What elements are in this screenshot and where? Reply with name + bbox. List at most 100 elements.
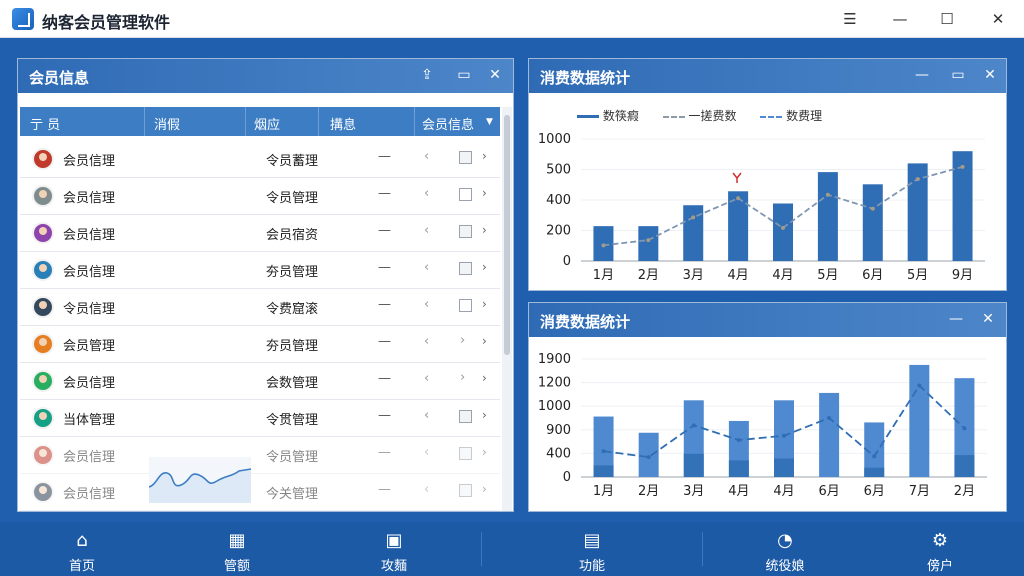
dropdown-arrow-icon[interactable]: ▼ [486,117,493,127]
chevron-left-icon[interactable]: ‹ [424,334,429,349]
panel-close-icon[interactable]: ✕ [486,66,504,84]
chevron-down-icon[interactable]: › [482,408,487,422]
x-tick-label: 5月 [817,268,838,283]
nav-attack[interactable]: ▣ 攻麵 [354,522,434,576]
table-row[interactable]: 令员信理 令费窟滚 — ‹ › [20,287,500,326]
chevron-left-icon[interactable]: ‹ [424,408,429,423]
chart-point [962,426,967,431]
dash-icon[interactable]: — [378,297,391,312]
bottom-nav: ⌂ 首页 ▦ 管额 ▣ 攻麵 ▤ 功能 ◔ 统役娘 ⚙ 傍户 [0,522,1024,576]
table-row[interactable]: 会员信理 令员管理 — ‹ › [20,435,500,474]
chevron-left-icon[interactable]: ‹ [424,371,429,386]
dash-icon[interactable]: — [378,408,391,423]
app-logo-icon [12,8,34,30]
chart-point [691,423,696,428]
table-row[interactable]: 会员管理 夯员管理 — ‹ › › [20,324,500,363]
export-icon[interactable]: ⇪ [418,66,436,84]
chevron-left-icon[interactable]: ‹ [424,149,429,164]
scrollbar[interactable] [502,107,512,511]
th-member[interactable]: 亍 员 [30,114,60,133]
row-checkbox[interactable] [459,188,472,201]
row-checkbox[interactable] [459,410,472,423]
chevron-left-icon[interactable]: ‹ [424,482,429,497]
folder-icon[interactable]: ▭ [949,66,967,84]
monitor-icon: ▣ [385,530,403,551]
chevron-left-icon[interactable]: ‹ [424,260,429,275]
x-tick-label: 6月 [862,268,883,283]
dash-icon[interactable]: — [378,149,391,164]
nav-settings[interactable]: ⚙ 傍户 [900,522,980,576]
chart-point [646,238,651,243]
scroll-thumb[interactable] [504,115,510,355]
dash-icon[interactable]: — [378,371,391,386]
chevron-left-icon[interactable]: ‹ [424,297,429,312]
dash-icon[interactable]: — [378,260,391,275]
th-respond[interactable]: 烟应 [254,114,280,133]
chart-point [915,177,920,182]
chevron-down-icon[interactable]: › [482,260,487,274]
nav-manage[interactable]: ▦ 管额 [197,522,277,576]
table-row[interactable]: 当体管理 令贯管理 — ‹ › [20,398,500,437]
nav-stats[interactable]: ◔ 统役娘 [745,522,825,576]
x-tick-label: 2月 [638,484,659,499]
th-consume[interactable]: 消假 [154,114,180,133]
table-row[interactable]: 会员信理 今关管理 — ‹ › [20,472,500,511]
chart2-close-icon[interactable]: ✕ [979,310,997,328]
chevron-down-icon[interactable]: › [482,297,487,311]
dash-icon[interactable]: — [378,445,391,460]
chart-bar-inner [683,453,704,477]
chevron-right-icon[interactable]: › [460,370,473,385]
nav-function-label: 功能 [578,559,605,574]
dash-icon[interactable]: — [378,334,391,349]
chevron-down-icon[interactable]: › [482,482,487,496]
member-operation: 夯员管理 [266,265,319,280]
filter-icon[interactable]: ☰ [840,9,860,29]
row-checkbox[interactable] [459,484,472,497]
row-checkbox[interactable] [459,151,472,164]
chart-point [781,225,785,230]
maximize-icon[interactable]: ☐ [937,9,957,29]
chart-bar [909,364,930,477]
member-operation: 令员管理 [266,191,319,206]
avatar [32,259,54,281]
chevron-down-icon[interactable]: › [482,223,487,237]
minimize-icon[interactable]: — [890,9,910,29]
chevron-left-icon[interactable]: ‹ [424,445,429,460]
table-row[interactable]: 会员信理 夯员管理 — ‹ › [20,250,500,289]
x-tick-label: 4月 [773,484,794,499]
th-member-info[interactable]: 会员信息 [422,114,474,133]
nav-home[interactable]: ⌂ 首页 [42,522,122,576]
table-row[interactable]: 会员信理 令员蓄理 — ‹ › [20,139,500,178]
chart1-close-icon[interactable]: ✕ [981,66,999,84]
table-row[interactable]: 会员信理 会数管理 — ‹ › › [20,361,500,400]
chart1-minimize-icon[interactable]: — [913,66,931,84]
chart2-minimize-icon[interactable]: — [947,310,965,328]
dash-icon[interactable]: — [378,482,391,497]
member-operation: 会数管理 [266,376,319,391]
th-separator [144,107,145,136]
th-info[interactable]: 搆息 [330,114,356,133]
x-tick-label: 5月 [907,268,928,283]
close-icon[interactable]: ✕ [988,9,1008,29]
avatar [32,370,54,392]
row-checkbox[interactable] [459,262,472,275]
row-checkbox[interactable] [459,447,472,460]
chevron-right-icon[interactable]: › [460,333,473,348]
chevron-down-icon[interactable]: › [482,445,487,459]
chevron-left-icon[interactable]: ‹ [424,186,429,201]
dash-icon[interactable]: — [378,186,391,201]
row-checkbox[interactable] [459,225,472,238]
chevron-left-icon[interactable]: ‹ [424,223,429,238]
dash-icon[interactable]: — [378,223,391,238]
nav-function[interactable]: ▤ 功能 [552,522,632,576]
table-row[interactable]: 会员信理 令员管理 — ‹ › [20,176,500,215]
row-checkbox[interactable] [459,299,472,312]
nav-separator [702,532,703,566]
chevron-down-icon[interactable]: › [482,149,487,163]
table-row[interactable]: 会员信理 会员宿资 — ‹ › [20,213,500,252]
window-icon[interactable]: ▭ [455,66,473,84]
x-tick-label: 4月 [772,268,793,283]
chevron-down-icon[interactable]: › [482,371,487,385]
chevron-down-icon[interactable]: › [482,334,487,348]
chevron-down-icon[interactable]: › [482,186,487,200]
